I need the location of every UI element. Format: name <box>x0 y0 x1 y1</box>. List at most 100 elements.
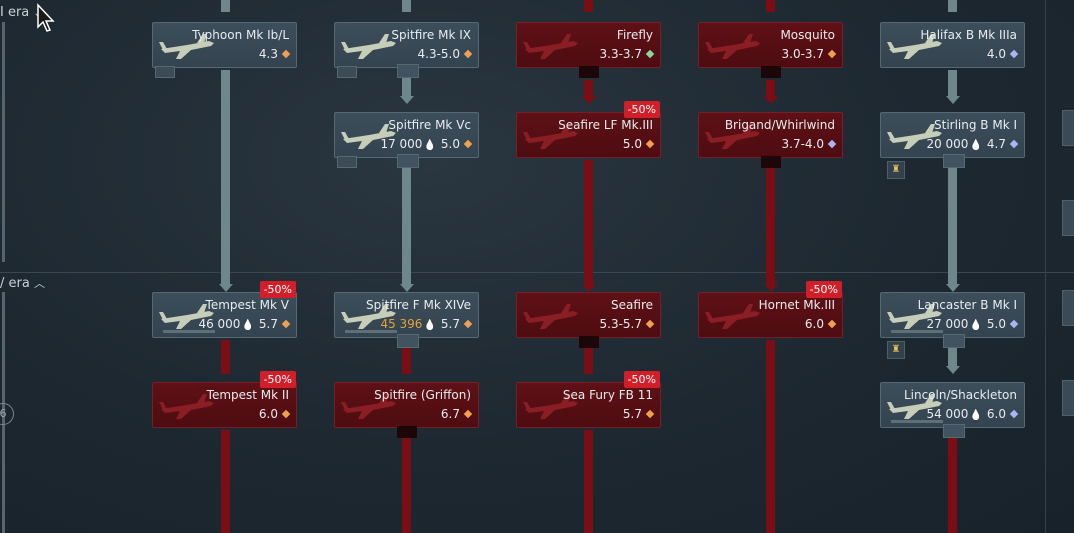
progress-stripe <box>163 330 215 333</box>
vehicle-class-icon <box>645 49 655 59</box>
vehicle-card[interactable]: Spitfire Mk Vc 17 000💧 5.0 <box>334 112 479 168</box>
tree-connector <box>584 80 593 96</box>
vehicle-card[interactable]: Halifax B Mk IIIa 4.0 <box>880 22 1025 68</box>
vehicle-card[interactable]: Tempest Mk II 6.0 -50% <box>152 371 297 428</box>
vehicle-class-icon <box>281 319 291 329</box>
tree-background <box>0 0 1074 533</box>
connector-arrow <box>764 284 778 292</box>
group-tab[interactable] <box>397 64 419 78</box>
vehicle-card[interactable]: Seafire 5.3-5.7 <box>516 292 661 348</box>
vehicle-card[interactable]: Seafire LF Mk.III 5.0 -50% <box>516 101 661 158</box>
vehicle-name: Spitfire Mk Vc <box>388 118 471 132</box>
vehicle-name: Spitfire (Griffon) <box>374 388 471 402</box>
connector-arrow <box>582 284 596 292</box>
mouse-cursor-icon <box>37 3 55 32</box>
research-cost: 27 000 <box>926 317 969 331</box>
vehicle-card[interactable]: Spitfire F Mk XIVe 45 396💧 5.7 <box>334 292 479 348</box>
offscreen-vehicle-card[interactable] <box>1062 200 1074 236</box>
battle-rating: 4.3-5.0 <box>417 47 461 61</box>
crew-slot-icon[interactable]: ♜ <box>887 161 905 179</box>
group-tab[interactable] <box>761 66 781 78</box>
research-points-icon: 💧 <box>969 320 982 331</box>
rank-number: 6 <box>0 407 7 420</box>
battle-rating: 6.0 <box>258 407 278 421</box>
tree-connector <box>948 70 957 96</box>
vehicle-card[interactable]: Typhoon Mk Ib/L 4.3 <box>152 22 297 78</box>
vehicle-card[interactable]: Lancaster B Mk I 27 000💧 5.0 ♜ <box>880 292 1025 359</box>
group-tab[interactable] <box>761 156 781 168</box>
vehicle-class-icon <box>827 139 837 149</box>
discount-badge: -50% <box>259 371 296 388</box>
connector-arrow <box>946 96 960 104</box>
vehicle-name: Hornet Mk.III <box>758 298 835 312</box>
aircraft-icon <box>521 299 581 333</box>
group-tab[interactable] <box>579 66 599 78</box>
battle-rating: 5.3-5.7 <box>599 317 643 331</box>
vehicle-card[interactable]: Firefly 3.3-3.7 <box>516 22 661 78</box>
offscreen-vehicle-card[interactable] <box>1062 380 1074 416</box>
group-tab[interactable] <box>943 424 965 438</box>
crew-slot-icon[interactable]: ♜ <box>887 341 905 359</box>
offscreen-vehicle-card[interactable] <box>1062 110 1074 146</box>
research-points-icon: 💧 <box>423 140 436 151</box>
vehicle-class-icon <box>463 319 473 329</box>
vehicle-name: Brigand/Whirlwind <box>724 118 835 132</box>
connector-arrow <box>400 96 414 104</box>
vehicle-name: Sea Fury FB 11 <box>562 388 653 402</box>
battle-rating: 6.0 <box>804 317 824 331</box>
status-box <box>337 66 357 78</box>
group-tab[interactable] <box>397 154 419 168</box>
group-tab[interactable] <box>397 426 417 438</box>
battle-rating: 5.0 <box>440 137 460 151</box>
vehicle-card[interactable]: Mosquito 3.0-3.7 <box>698 22 843 78</box>
vehicle-name: Tempest Mk II <box>206 388 289 402</box>
tree-connector <box>948 160 957 284</box>
vehicle-card[interactable]: Spitfire Mk IX 4.3-5.0 <box>334 22 479 78</box>
battle-rating: 3.3-3.7 <box>599 47 643 61</box>
tree-connector <box>402 78 411 96</box>
vehicle-card[interactable]: Hornet Mk.III 6.0 -50% <box>698 281 843 338</box>
battle-rating: 5.0 <box>622 137 642 151</box>
vehicle-info: 27 000💧 5.0 <box>926 317 1019 331</box>
vehicle-class-icon <box>281 49 291 59</box>
vehicle-class-icon <box>1009 319 1019 329</box>
vehicle-card[interactable]: Tempest Mk V 46 000💧 5.7 -50% <box>152 281 297 338</box>
battle-rating: 5.0 <box>986 317 1006 331</box>
progress-stripe <box>345 330 397 333</box>
vehicle-card[interactable]: Brigand/Whirlwind 3.7-4.0 <box>698 112 843 168</box>
battle-rating: 4.3 <box>258 47 278 61</box>
battle-rating: 3.0-3.7 <box>781 47 825 61</box>
aircraft-icon <box>703 299 763 333</box>
tree-connector <box>402 168 411 284</box>
group-tab[interactable] <box>397 334 419 348</box>
vehicle-class-icon <box>281 409 291 419</box>
group-tab[interactable] <box>943 154 965 168</box>
connector-arrow <box>946 366 960 374</box>
vehicle-info: 3.7-4.0 <box>780 137 837 151</box>
connector-arrow <box>582 96 596 104</box>
vehicle-info: 5.7 <box>621 407 655 421</box>
tree-connector <box>766 168 775 284</box>
progress-stripe <box>891 330 943 333</box>
vehicle-info: 46 000💧 5.7 <box>198 317 291 331</box>
tree-connector <box>402 348 411 374</box>
research-cost: 20 000 <box>926 137 969 151</box>
offscreen-vehicle-card[interactable] <box>1062 290 1074 326</box>
vehicle-card[interactable]: Sea Fury FB 11 5.7 -50% <box>516 371 661 428</box>
vehicle-class-icon <box>1009 49 1019 59</box>
vehicle-card[interactable]: Spitfire (Griffon) 6.7 <box>334 382 479 438</box>
connector-arrow <box>946 284 960 292</box>
vehicle-class-icon <box>645 409 655 419</box>
tree-connector <box>584 160 593 284</box>
era-label-bottom[interactable]: / era ︿ <box>0 275 45 291</box>
group-tab[interactable] <box>943 334 965 348</box>
era-rail-top <box>2 22 5 262</box>
chevron-up-icon: ︿ <box>33 277 45 290</box>
research-cost: 54 000 <box>926 407 969 421</box>
battle-rating: 4.0 <box>986 47 1006 61</box>
group-tab[interactable] <box>579 336 599 348</box>
vehicle-card[interactable]: Stirling B Mk I 20 000💧 4.7 ♜ <box>880 112 1025 179</box>
status-box <box>155 66 175 78</box>
vehicle-name: Seafire LF Mk.III <box>558 118 653 132</box>
vehicle-card[interactable]: Lincoln/Shackleton 54 000💧 6.0 <box>880 382 1025 438</box>
